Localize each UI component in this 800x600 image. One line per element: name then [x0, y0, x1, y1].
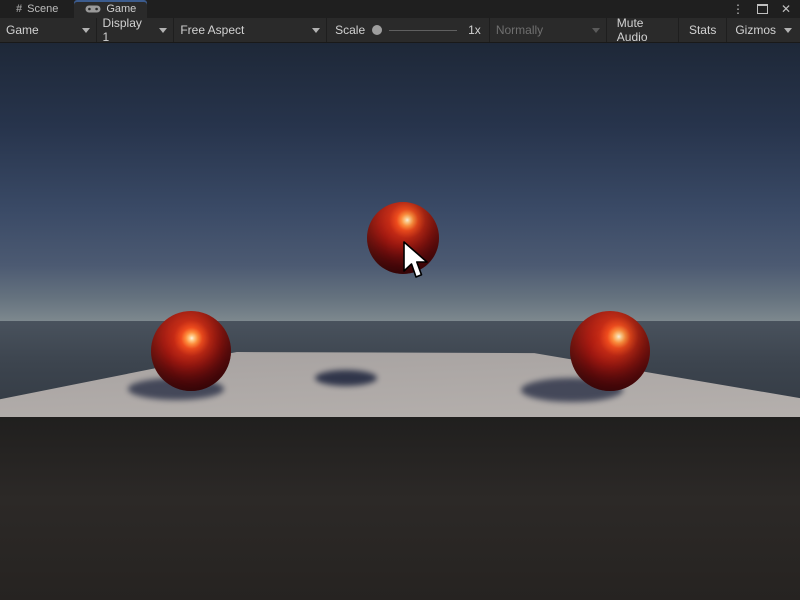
window-controls: ⋮ ✕ [732, 0, 800, 18]
game-view-toolbar: Game Display 1 Free Aspect Scale 1x Norm… [0, 18, 800, 43]
mute-audio-label: Mute Audio [617, 16, 668, 44]
chevron-down-icon [312, 28, 320, 33]
scale-slider-knob[interactable] [372, 25, 382, 35]
chevron-down-icon [159, 28, 167, 33]
tab-game[interactable]: Game [74, 0, 147, 18]
sky-gradient [0, 43, 800, 321]
sphere-shadow [315, 370, 377, 386]
foreground-ground [0, 417, 800, 600]
mouse-cursor-icon [401, 240, 429, 282]
game-viewport[interactable] [0, 43, 800, 600]
chevron-down-icon [592, 28, 600, 33]
tab-scene-label: Scene [27, 3, 58, 15]
grid-icon: # [16, 3, 22, 15]
play-mode-label: Normally [496, 23, 551, 37]
aspect-ratio-dropdown[interactable]: Free Aspect [173, 18, 326, 42]
mute-audio-button[interactable]: Mute Audio [606, 18, 678, 42]
red-sphere-right [570, 311, 650, 391]
chevron-down-icon [784, 28, 792, 33]
scale-label: Scale [335, 23, 365, 37]
display-dropdown[interactable]: Display 1 [96, 18, 174, 42]
tab-bar: # Scene Game ⋮ ✕ [0, 0, 800, 18]
stats-label: Stats [689, 23, 716, 37]
scale-value: 1x [464, 23, 481, 37]
gamepad-icon [85, 4, 101, 14]
close-icon[interactable]: ✕ [781, 3, 791, 15]
red-sphere-left [151, 311, 231, 391]
aspect-ratio-label: Free Aspect [180, 23, 252, 37]
play-mode-dropdown: Normally [489, 18, 606, 42]
display-label: Display 1 [103, 16, 160, 44]
gizmos-label: Gizmos [735, 23, 784, 37]
maximize-icon[interactable] [757, 4, 768, 14]
tab-scene[interactable]: # Scene [5, 0, 69, 18]
scale-slider-track[interactable] [389, 30, 457, 31]
game-target-label: Game [6, 23, 47, 37]
tab-game-label: Game [106, 3, 136, 15]
stats-button[interactable]: Stats [678, 18, 726, 42]
game-target-dropdown[interactable]: Game [0, 18, 96, 42]
kebab-menu-icon[interactable]: ⋮ [732, 3, 744, 15]
scale-control: Scale 1x [326, 18, 489, 42]
gizmos-dropdown[interactable]: Gizmos [726, 18, 800, 42]
chevron-down-icon [82, 28, 90, 33]
